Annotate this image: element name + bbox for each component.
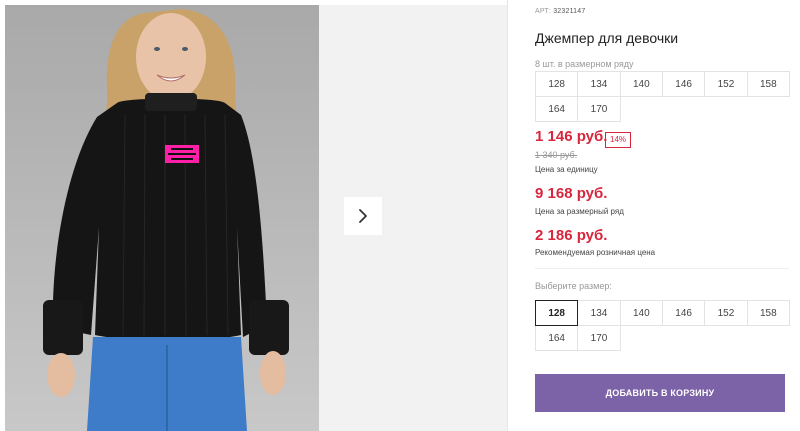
- size-option-140[interactable]: 140: [619, 300, 663, 326]
- size-selector: 128 134 140 146 152 158 164 170: [535, 300, 790, 351]
- pack-size-cell: 164: [535, 96, 579, 122]
- retail-price-label: Рекомендуемая розничная цена: [535, 248, 656, 257]
- size-option-134[interactable]: 134: [577, 300, 621, 326]
- discount-badge: 14%: [605, 132, 632, 148]
- size-option-146[interactable]: 146: [661, 300, 706, 326]
- section-divider: [535, 268, 789, 269]
- choose-size-label: Выберите размер:: [535, 281, 612, 291]
- add-to-cart-button[interactable]: ДОБАВИТЬ В КОРЗИНУ: [535, 374, 785, 412]
- retail-price: 2 186 руб.: [535, 227, 608, 244]
- pack-size-cell: 134: [577, 71, 621, 97]
- old-price: 1 340 руб.: [535, 150, 578, 160]
- product-photo[interactable]: [5, 5, 319, 431]
- pack-size-cell: 170: [577, 96, 621, 122]
- pack-size-cell: 158: [746, 71, 790, 97]
- pack-size-cell: 152: [704, 71, 748, 97]
- size-option-170[interactable]: 170: [577, 325, 621, 351]
- pack-price: 9 168 руб.: [535, 185, 608, 202]
- pack-size-label: 8 шт. в размерном ряду: [535, 59, 634, 69]
- product-gallery: [0, 0, 507, 431]
- column-divider: [507, 0, 508, 431]
- size-option-164[interactable]: 164: [535, 325, 579, 351]
- size-option-152[interactable]: 152: [704, 300, 748, 326]
- article-number: АРТ: 32321147: [535, 8, 586, 15]
- unit-price-label: Цена за единицу: [535, 165, 598, 174]
- pack-price-label: Цена за размерный ряд: [535, 207, 624, 216]
- pack-size-cell: 140: [619, 71, 663, 97]
- pack-size-grid: 128 134 140 146 152 158 164 170: [535, 71, 790, 122]
- size-option-128[interactable]: 128: [535, 300, 579, 326]
- product-photo-illustration: [5, 5, 319, 431]
- pack-size-cell: 128: [535, 71, 579, 97]
- next-image-button[interactable]: [344, 197, 382, 235]
- chevron-right-icon: [359, 209, 367, 223]
- product-title: Джемпер для девочки: [535, 30, 679, 46]
- unit-price: 1 146 руб.: [535, 128, 608, 145]
- pack-size-cell: 146: [661, 71, 706, 97]
- size-option-158[interactable]: 158: [746, 300, 790, 326]
